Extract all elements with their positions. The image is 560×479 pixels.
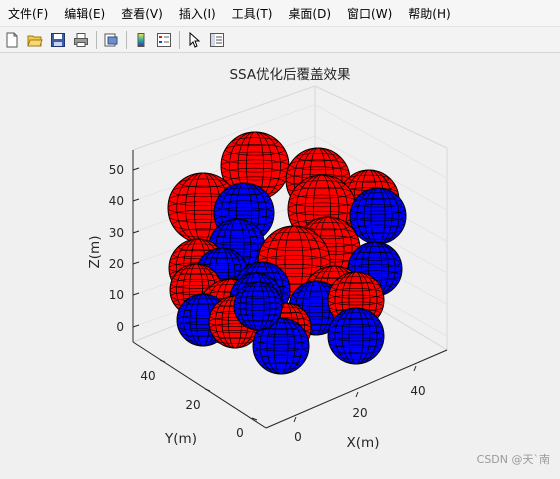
- sphere-body: [233, 281, 283, 331]
- save-icon[interactable]: [48, 30, 68, 50]
- sphere-blue: [327, 307, 385, 365]
- menu-bar: 文件(F) 编辑(E) 查看(V) 插入(I) 工具(T) 桌面(D) 窗口(W…: [0, 0, 560, 27]
- axis-box-line: [314, 85, 448, 149]
- sphere-blue: [349, 187, 407, 245]
- axis-box-line: [132, 85, 316, 151]
- sphere-body: [327, 307, 385, 365]
- toolbar-separator: [126, 30, 127, 49]
- y-tick-mark: [159, 359, 166, 363]
- new-figure-icon[interactable]: [2, 30, 22, 50]
- figure-canvas[interactable]: SSA优化后覆盖效果 0 20 40 0 20 40 0 10 20 30 40…: [0, 54, 560, 475]
- x-tick-0: 0: [294, 430, 302, 444]
- y-axis-line: [132, 341, 267, 429]
- x-tick-mark: [355, 391, 359, 398]
- z-tick-mark: [132, 198, 140, 202]
- x-axis-label: X(m): [347, 435, 380, 451]
- sphere-body: [349, 187, 407, 245]
- colorbar-icon[interactable]: [131, 30, 151, 50]
- menu-window[interactable]: 窗口(W): [339, 5, 400, 22]
- spheres-layer: [167, 131, 407, 375]
- x-tick-40: 40: [410, 384, 425, 398]
- x-tick-20: 20: [352, 406, 367, 420]
- z-tick-30: 30: [109, 226, 124, 240]
- property-inspector-icon[interactable]: [207, 30, 227, 50]
- plot-title: SSA优化后覆盖效果: [229, 67, 351, 83]
- z-tick-mark: [132, 324, 140, 328]
- toolbar-separator: [96, 30, 97, 49]
- watermark: CSDN @天`南: [476, 453, 550, 466]
- pointer-arrow-icon[interactable]: [184, 30, 204, 50]
- menu-help[interactable]: 帮助(H): [400, 5, 458, 22]
- z-tick-0: 0: [116, 320, 124, 334]
- sphere-blue: [233, 281, 283, 331]
- z-axis-label: Z(m): [87, 236, 103, 269]
- z-tick-10: 10: [109, 288, 124, 302]
- toolbar-separator: [179, 30, 180, 49]
- plot-svg: SSA优化后覆盖效果 0 20 40 0 20 40 0 10 20 30 40…: [87, 67, 448, 451]
- y-axis-label: Y(m): [164, 431, 197, 447]
- menu-file[interactable]: 文件(F): [0, 5, 56, 22]
- z-tick-40: 40: [109, 194, 124, 208]
- menu-view[interactable]: 查看(V): [113, 5, 171, 22]
- legend-icon[interactable]: [154, 30, 174, 50]
- print-icon[interactable]: [71, 30, 91, 50]
- z-tick-20: 20: [109, 257, 124, 271]
- z-tick-50: 50: [109, 163, 124, 177]
- menu-edit[interactable]: 编辑(E): [56, 5, 113, 22]
- y-tick-40: 40: [140, 369, 155, 383]
- x-tick-mark: [413, 365, 417, 372]
- x-tick-mark: [293, 416, 297, 423]
- y-tick-20: 20: [185, 398, 200, 412]
- menu-tools[interactable]: 工具(T): [224, 5, 281, 22]
- menu-insert[interactable]: 插入(I): [171, 5, 224, 22]
- y-tick-0: 0: [236, 426, 244, 440]
- z-tick-mark: [132, 261, 140, 265]
- open-folder-icon[interactable]: [25, 30, 45, 50]
- menu-desktop[interactable]: 桌面(D): [280, 5, 339, 22]
- toolbar: [0, 27, 560, 53]
- print-preview-icon[interactable]: [101, 30, 121, 50]
